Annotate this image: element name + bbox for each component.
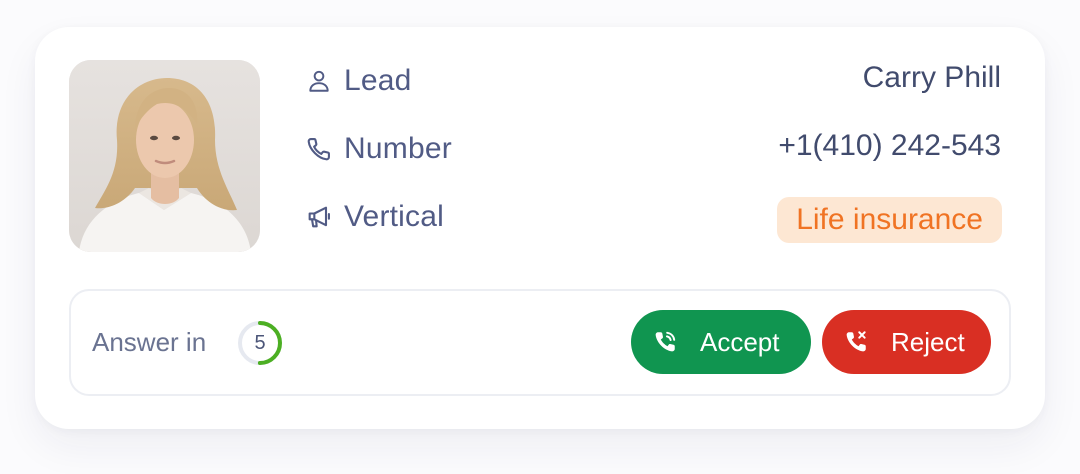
- lead-label: Lead: [344, 64, 412, 97]
- vertical-label: Vertical: [344, 200, 444, 233]
- megaphone-icon: [305, 203, 333, 231]
- countdown-value: 5: [254, 331, 266, 354]
- lead-value: Carry Phill: [862, 61, 1001, 94]
- number-row: Number: [305, 129, 452, 169]
- number-value: +1(410) 242-543: [778, 129, 1001, 162]
- reject-button[interactable]: Reject: [822, 310, 991, 374]
- phone-missed-icon: [841, 327, 871, 357]
- user-icon: [305, 67, 333, 95]
- accept-label: Accept: [700, 326, 780, 357]
- countdown-timer: 5: [236, 319, 284, 367]
- reject-label: Reject: [891, 326, 965, 357]
- number-label: Number: [344, 132, 452, 165]
- lead-row: Lead: [305, 61, 412, 101]
- phone-icon: [305, 135, 333, 163]
- vertical-badge: Life insurance: [777, 197, 1002, 243]
- call-actions-bar: Answer in 5 Accept Reject: [69, 289, 1011, 396]
- accept-button[interactable]: Accept: [631, 310, 811, 374]
- phone-ringing-icon: [650, 327, 680, 357]
- incoming-call-card: Lead Carry Phill Number +1(410) 242-543 …: [35, 27, 1045, 429]
- answer-in-label: Answer in: [92, 327, 207, 357]
- vertical-row: Vertical: [305, 197, 444, 237]
- avatar: [69, 60, 260, 252]
